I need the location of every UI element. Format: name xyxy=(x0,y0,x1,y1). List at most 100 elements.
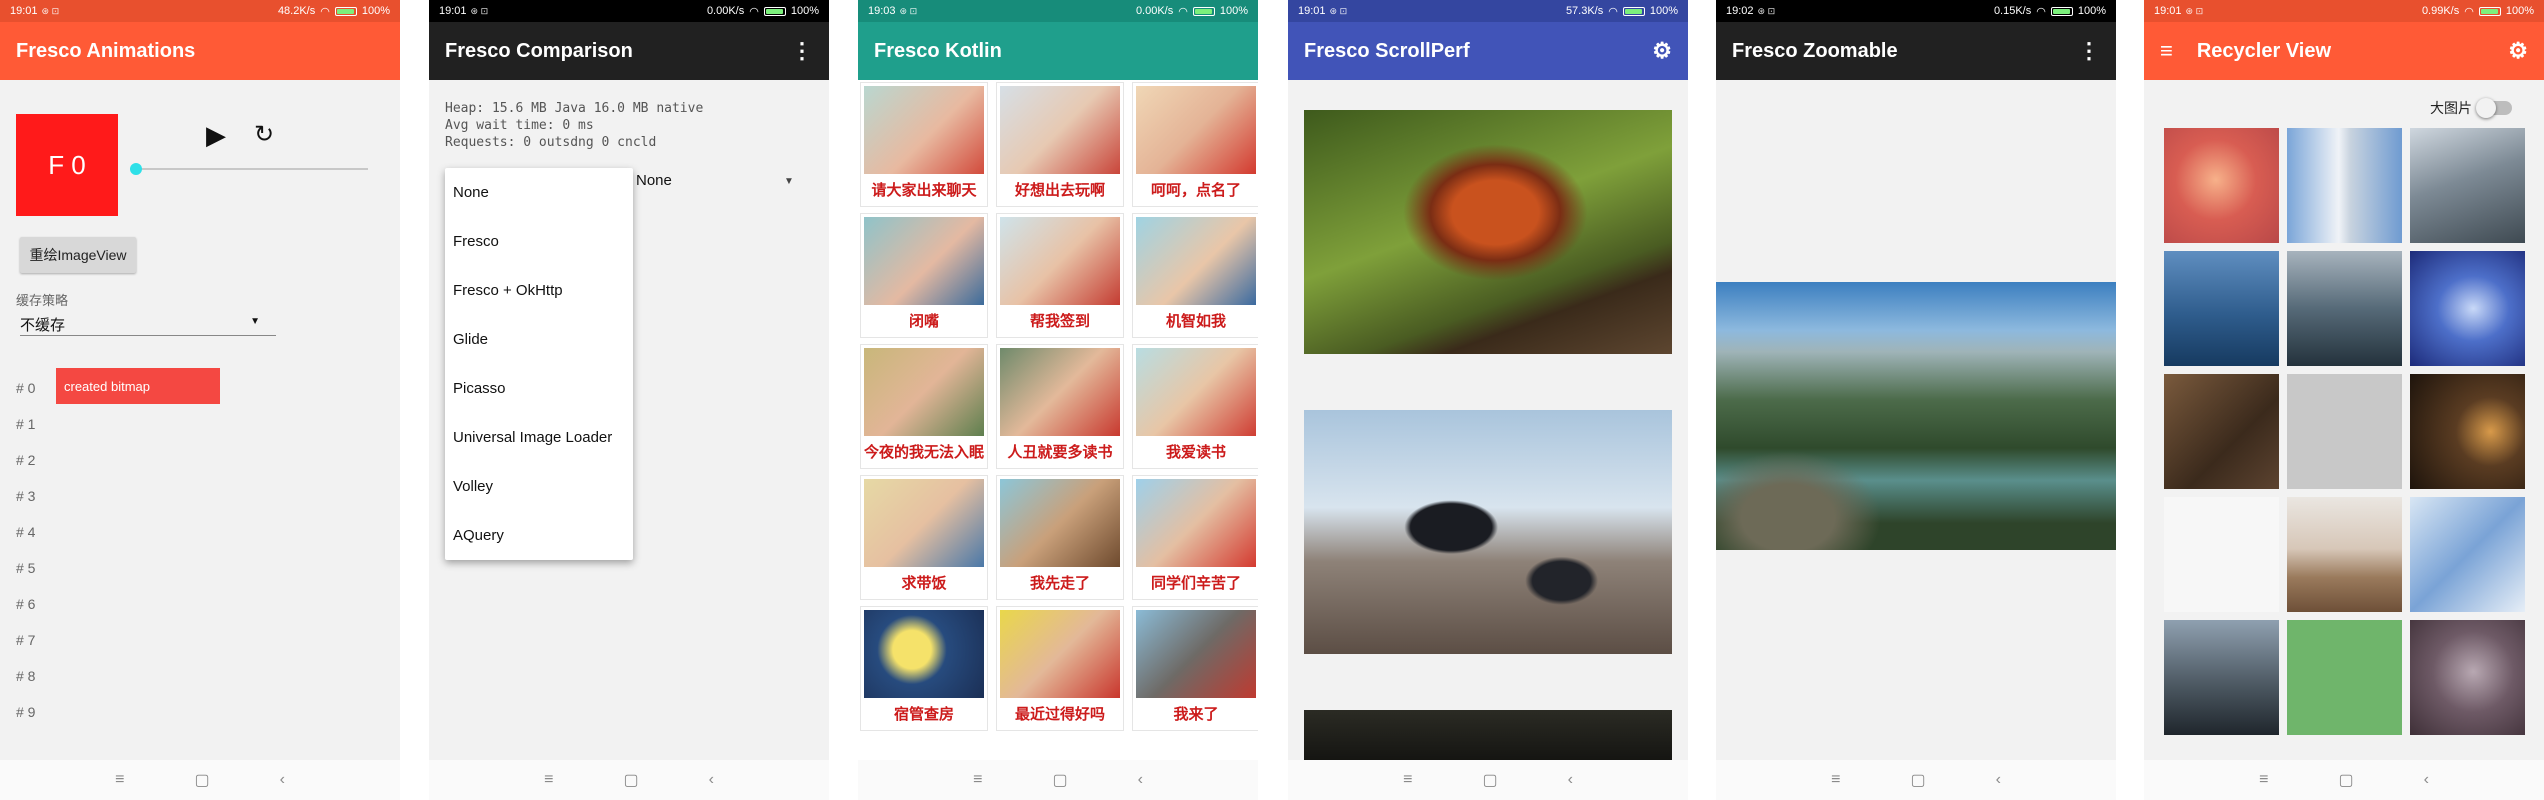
slider-thumb[interactable] xyxy=(130,163,142,175)
nav-back-icon[interactable]: ‹ xyxy=(709,771,714,789)
grid-image-placeholder[interactable] xyxy=(2287,374,2402,489)
sticker-cell[interactable]: 最近过得好吗 xyxy=(996,606,1124,731)
status-time: 19:01 xyxy=(439,5,467,17)
sticker-image xyxy=(864,217,984,305)
nav-back-icon[interactable]: ‹ xyxy=(1138,771,1143,789)
status-bar: 19:01 ⊛ ⊡ 48.2K/s ◠ 100% xyxy=(0,0,400,22)
sticker-cell[interactable]: 闭嘴 xyxy=(860,213,988,338)
redraw-button[interactable]: 重绘ImageView xyxy=(20,237,136,273)
sticker-cell[interactable]: 好想出去玩啊 xyxy=(996,82,1124,207)
net-speed: 0.99K/s xyxy=(2421,5,2460,17)
wifi-icon: ◠ xyxy=(2464,5,2474,18)
nav-back-icon[interactable]: ‹ xyxy=(1568,771,1573,789)
sticker-cell[interactable]: 我先走了 xyxy=(996,475,1124,600)
sticker-caption: 我爱读书 xyxy=(1165,443,1226,461)
red-panda-photo xyxy=(1304,110,1672,354)
sticker-image xyxy=(864,348,984,436)
grid-image[interactable] xyxy=(2410,374,2525,489)
nav-back-icon[interactable]: ‹ xyxy=(1996,771,2001,789)
sticker-cell[interactable]: 人丑就要多读书 xyxy=(996,344,1124,469)
zoomable-content xyxy=(1716,80,2116,760)
nav-menu-icon[interactable]: ≡ xyxy=(973,771,982,789)
gear-icon[interactable]: ⚙ xyxy=(2508,38,2528,64)
sticker-cell[interactable]: 求带饭 xyxy=(860,475,988,600)
app-bar: Fresco Animations xyxy=(0,22,400,80)
grid-image[interactable] xyxy=(2164,251,2279,366)
nav-home-icon[interactable]: ▢ xyxy=(2338,770,2353,790)
menu-item-glide[interactable]: Glide xyxy=(445,315,633,364)
menu-item-picasso[interactable]: Picasso xyxy=(445,364,633,413)
system-nav-bar: ≡ ▢ ‹ xyxy=(0,760,400,800)
seek-slider[interactable] xyxy=(130,163,368,175)
play-icon[interactable]: ▶ xyxy=(206,120,226,151)
grid-image[interactable] xyxy=(2164,128,2279,243)
grid-image[interactable] xyxy=(2410,620,2525,735)
nav-menu-icon[interactable]: ≡ xyxy=(115,771,124,789)
net-speed: 0.00K/s xyxy=(706,5,745,17)
grid-image[interactable] xyxy=(2410,251,2525,366)
menu-item-aquery[interactable]: AQuery xyxy=(445,511,633,560)
nav-home-icon[interactable]: ▢ xyxy=(1482,770,1497,790)
grid-image[interactable] xyxy=(2164,374,2279,489)
nav-home-icon[interactable]: ▢ xyxy=(1052,770,1067,790)
menu-icon[interactable]: ≡ xyxy=(2160,38,2173,64)
status-bar: 19:03 ⊛ ⊡ 0.00K/s ◠ 100% xyxy=(858,0,1258,22)
phone-kotlin: 19:03 ⊛ ⊡ 0.00K/s ◠ 100% Fresco Kotlin 请… xyxy=(858,0,1258,800)
sticker-caption: 同学们辛苦了 xyxy=(1150,574,1241,592)
phone-comparison: 19:01 ⊛ ⊡ 0.00K/s ◠ 100% Fresco Comparis… xyxy=(429,0,829,800)
menu-item-fresco-okhttp[interactable]: Fresco + OkHttp xyxy=(445,266,633,315)
nav-menu-icon[interactable]: ≡ xyxy=(2259,771,2268,789)
overflow-menu-icon[interactable]: ⋮ xyxy=(2078,38,2100,64)
cache-strategy-select[interactable]: 不缓存 ▼ xyxy=(20,310,276,336)
nav-home-icon[interactable]: ▢ xyxy=(194,770,209,790)
sticker-cell[interactable]: 机智如我 xyxy=(1132,213,1258,338)
grid-image-placeholder[interactable] xyxy=(2164,497,2279,612)
recycler-content: 大图片 xyxy=(2144,80,2544,760)
grid-image[interactable] xyxy=(2287,128,2402,243)
sticker-cell[interactable]: 帮我签到 xyxy=(996,213,1124,338)
nav-menu-icon[interactable]: ≡ xyxy=(1831,771,1840,789)
toggle-switch[interactable] xyxy=(2476,98,2512,118)
nav-menu-icon[interactable]: ≡ xyxy=(544,771,553,789)
menu-item-volley[interactable]: Volley xyxy=(445,462,633,511)
nav-home-icon[interactable]: ▢ xyxy=(623,770,638,790)
grid-image[interactable] xyxy=(2164,620,2279,735)
nav-back-icon[interactable]: ‹ xyxy=(2424,771,2429,789)
sticker-cell[interactable]: 今夜的我无法入眠 xyxy=(860,344,988,469)
sticker-cell[interactable]: 呵呵，点名了 xyxy=(1132,82,1258,207)
sticker-image xyxy=(1136,479,1256,567)
nav-menu-icon[interactable]: ≡ xyxy=(1403,771,1412,789)
dropdown-arrow-icon[interactable]: ▼ xyxy=(784,176,794,187)
app-title: Fresco ScrollPerf xyxy=(1304,39,1470,62)
sticker-caption: 最近过得好吗 xyxy=(1014,705,1105,723)
sticker-cell[interactable]: 请大家出来聊天 xyxy=(860,82,988,207)
sticker-cell[interactable]: 我爱读书 xyxy=(1132,344,1258,469)
grid-image[interactable] xyxy=(2410,128,2525,243)
list-row: # 5 xyxy=(16,560,36,576)
replay-icon[interactable]: ↻ xyxy=(254,120,274,149)
sticker-cell[interactable]: 我来了 xyxy=(1132,606,1258,731)
nav-back-icon[interactable]: ‹ xyxy=(280,771,285,789)
grid-image[interactable] xyxy=(2410,497,2525,612)
penguin-photo xyxy=(1304,410,1672,654)
sticker-cell[interactable]: 宿管查房 xyxy=(860,606,988,731)
sticker-caption: 宿管查房 xyxy=(893,705,954,723)
net-speed: 48.2K/s xyxy=(277,5,316,17)
sticker-cell[interactable]: 同学们辛苦了 xyxy=(1132,475,1258,600)
menu-item-none[interactable]: None xyxy=(445,168,633,217)
grid-image[interactable] xyxy=(2287,251,2402,366)
sticker-image xyxy=(1136,610,1256,698)
menu-item-fresco[interactable]: Fresco xyxy=(445,217,633,266)
sticker-image xyxy=(864,479,984,567)
large-image-toggle[interactable]: 大图片 xyxy=(2430,98,2512,118)
grid-image[interactable] xyxy=(2287,497,2402,612)
cache-strategy-label: 缓存策略 xyxy=(16,293,69,308)
list-row: # 1 xyxy=(16,416,36,432)
grid-image-placeholder[interactable] xyxy=(2287,620,2402,735)
menu-item-uil[interactable]: Universal Image Loader xyxy=(445,413,633,462)
library-select-value[interactable]: None xyxy=(636,172,672,189)
overflow-menu-icon[interactable]: ⋮ xyxy=(791,38,813,64)
nav-home-icon[interactable]: ▢ xyxy=(1910,770,1925,790)
fjord-landscape-photo[interactable] xyxy=(1716,282,2116,550)
gear-icon[interactable]: ⚙ xyxy=(1652,38,1672,64)
